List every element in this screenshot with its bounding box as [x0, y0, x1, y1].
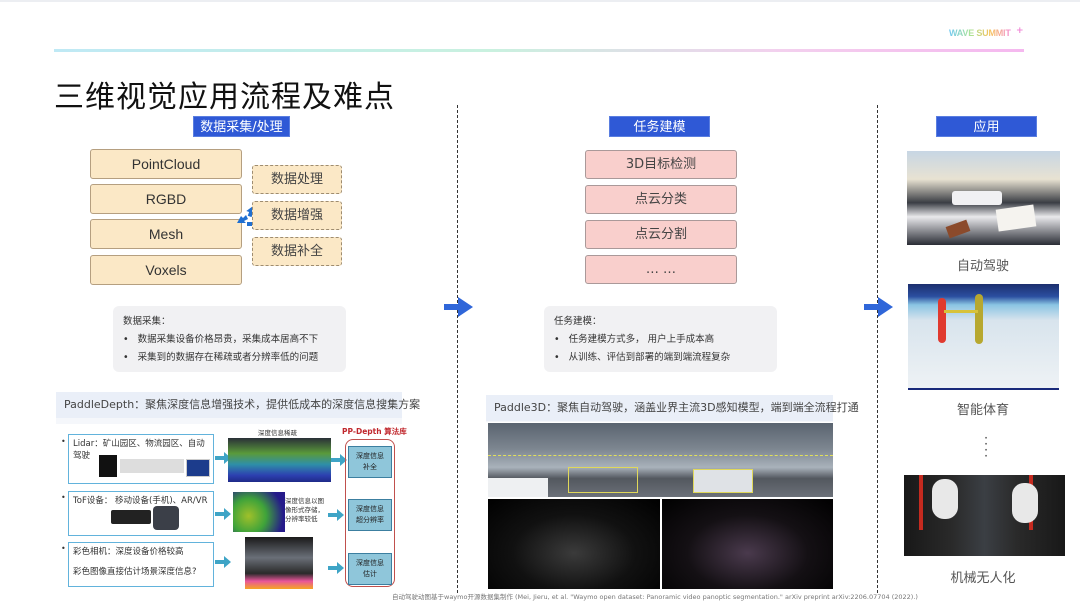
source-box-rgbd: RGBD	[90, 184, 242, 214]
app-image-autonomous-driving	[907, 151, 1060, 245]
bullet: •	[61, 437, 66, 446]
process-box-completion: 数据补全	[252, 237, 342, 266]
app-image-robotics	[904, 475, 1065, 556]
device-box-tof: ToF设备： 移动设备(手机)、AR/VR	[68, 491, 214, 536]
source-box-pointcloud: PointCloud	[90, 149, 242, 179]
note-title: 任务建模：	[554, 316, 602, 327]
note-bullet: • 任务建模方式多， 用户上手成本高	[554, 334, 715, 345]
note-bullet: • 从训练、评估到部署的端到端流程复杂	[554, 352, 731, 363]
estimated-depth-image	[245, 537, 313, 589]
divider-1	[457, 105, 458, 593]
task-box-classification: 点云分类	[585, 185, 737, 214]
page-title: 三维视觉应用流程及难点	[54, 80, 395, 115]
section-header-app: 应用	[936, 116, 1037, 137]
paddle3d-panel: Paddle3D：聚焦自动驾驶，涵盖业界主流3D感知模型，端到端全流程打通	[486, 395, 859, 422]
task-box-more: … …	[585, 255, 737, 284]
source-box-voxels: Voxels	[90, 255, 242, 285]
divider-2	[877, 105, 878, 593]
paddle3d-header: Paddle3D：聚焦自动驾驶，涵盖业界主流3D感知模型，端到端全流程打通	[486, 395, 859, 421]
section-header-task: 任务建模	[609, 116, 710, 137]
note-bullet: • 采集到的数据存在稀疏或者分辨率低的问题	[123, 352, 319, 363]
arrow-right-icon	[328, 509, 344, 521]
top-border	[0, 0, 1080, 2]
algo-depth-completion: 深度信息 补全	[348, 446, 392, 478]
brand-plus: +	[1016, 26, 1024, 36]
header-gradient-line	[54, 49, 1024, 52]
note-title: 数据采集：	[123, 316, 171, 327]
arrow-right-icon	[215, 508, 231, 520]
paddle3d-lidar-segmentation	[662, 499, 833, 589]
paddledepth-header: PaddleDepth：聚焦深度信息增强技术，提供低成本的深度信息搜集方案	[56, 392, 420, 418]
app-caption-smart-sports: 智能体育	[956, 403, 1009, 418]
tof-depth-image	[233, 492, 285, 532]
arrow-right-icon	[864, 297, 893, 317]
bullet: •	[61, 544, 66, 553]
paddle3d-camera-view	[488, 423, 833, 497]
bullet: •	[61, 493, 66, 502]
brand-logo: WAVE SUMMIT	[949, 28, 1011, 38]
section-header-data: 数据采集/处理	[193, 116, 290, 137]
lowres-depth-label: 深度信息以图像形式存储，分辨率较低	[285, 497, 324, 523]
process-box-handling: 数据处理	[252, 165, 342, 194]
app-caption-robotics: 机械无人化	[950, 571, 1016, 586]
paddle3d-lidar-detection	[488, 499, 660, 589]
task-box-detection: 3D目标检测	[585, 150, 737, 179]
note-bullet: • 数据采集设备价格昂贵，采集成本居高不下	[123, 334, 319, 345]
arrow-right-icon	[215, 556, 231, 568]
arrow-right-icon	[328, 562, 344, 574]
device-box-color-camera: 彩色相机：深度设备价格较高 彩色图像直接估计场景深度信息?	[68, 542, 214, 587]
process-box-augmentation: 数据增强	[252, 201, 342, 230]
more-apps-ellipsis: · · · ·	[984, 431, 988, 463]
arrow-right-icon	[444, 297, 473, 317]
app-caption-autonomous-driving: 自动驾驶	[956, 259, 1009, 274]
pp-depth-library-label: PP-Depth 算法库	[342, 427, 407, 436]
task-box-segmentation: 点云分割	[585, 220, 737, 249]
sparse-depth-label: 深度信息稀疏	[258, 429, 297, 437]
source-box-mesh: Mesh	[90, 219, 242, 249]
device-box-lidar: Lidar：矿山园区、物流园区、自动驾驶	[68, 434, 214, 484]
sparse-depth-image	[228, 438, 331, 482]
note-data-collection: 数据采集： • 数据采集设备价格昂贵，采集成本居高不下 • 采集到的数据存在稀疏或者…	[113, 306, 346, 372]
app-image-smart-sports	[908, 284, 1059, 390]
note-task-modeling: 任务建模： • 任务建模方式多， 用户上手成本高 • 从训练、评估到部署的端到端流程…	[544, 306, 777, 372]
citation: 自动驾驶动图基于waymo开源数据集制作 (Mei, Jieru, et al.…	[392, 593, 918, 601]
algo-depth-estimation: 深度信息 估计	[348, 553, 392, 585]
algo-depth-super-resolution: 深度信息 超分辨率	[348, 499, 392, 531]
